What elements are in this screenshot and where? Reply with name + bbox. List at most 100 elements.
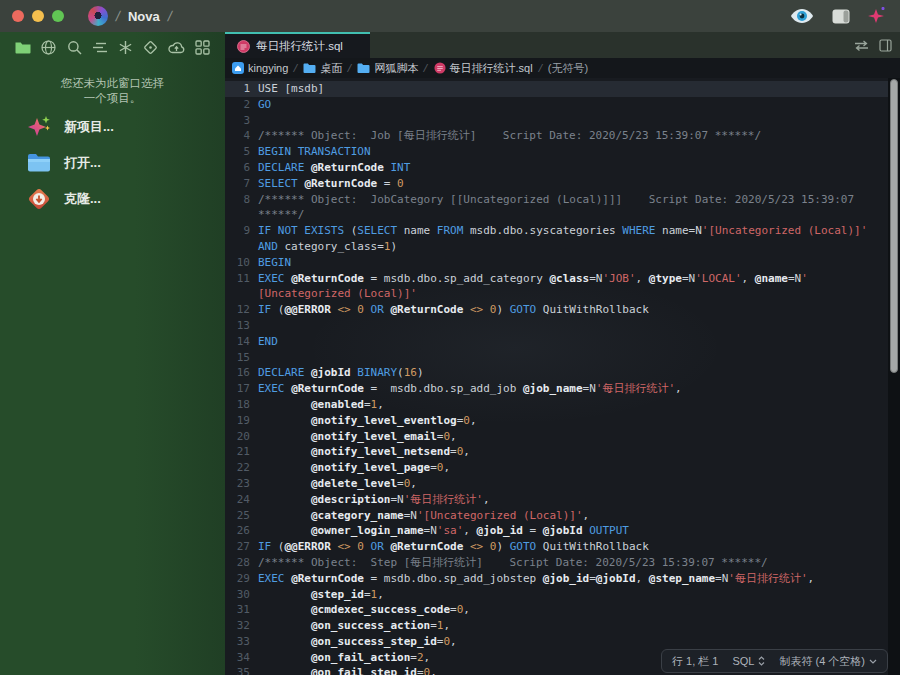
code-line[interactable]: 28/****** Object: Step [每日排行统计] Script D…: [225, 555, 888, 571]
eye-icon[interactable]: [790, 8, 814, 24]
line-number: 25: [225, 508, 250, 524]
line-number: 24: [225, 492, 250, 508]
code-line[interactable]: 33 @on_success_step_id=0,: [225, 634, 888, 650]
breadcrumb-file[interactable]: 每日排行统计.sql: [434, 61, 533, 76]
line-number: 16: [225, 365, 250, 381]
editor-panel-icon[interactable]: [879, 39, 892, 52]
code-line[interactable]: 6DECLARE @ReturnCode INT: [225, 160, 888, 176]
breadcrumb-desktop[interactable]: 桌面: [303, 61, 342, 76]
line-number: 15: [225, 350, 250, 366]
cloud-upload-icon[interactable]: [164, 36, 190, 58]
code-line[interactable]: 12IF (@@ERROR <> 0 OR @ReturnCode <> 0) …: [225, 302, 888, 318]
code-line[interactable]: 31 @cmdexec_success_code=0,: [225, 602, 888, 618]
code-editor[interactable]: 1USE [msdb]2GO34/****** Object: Job [每日排…: [225, 78, 900, 675]
code-line[interactable]: 24 @description=N'每日排行统计',: [225, 492, 888, 508]
line-number: 20: [225, 429, 250, 445]
sql-file-icon: [237, 40, 250, 53]
breadcrumb-separator: /: [423, 62, 429, 74]
code-line[interactable]: 14END: [225, 334, 888, 350]
code-line[interactable]: 4/****** Object: Job [每日排行统计] Script Dat…: [225, 128, 888, 144]
line-number: 33: [225, 634, 250, 650]
nova-app-icon: [88, 6, 108, 26]
breadcrumb-home[interactable]: kingying: [232, 62, 288, 74]
editor-status-bar: 行 1, 栏 1 SQL 制表符 (4 个空格): [661, 649, 888, 673]
line-number: 18: [225, 397, 250, 413]
line-number: 26: [225, 523, 250, 539]
code-line[interactable]: 16DECLARE @jobId BINARY(16): [225, 365, 888, 381]
code-line[interactable]: 17EXEC @ReturnCode = msdb.dbo.sp_add_job…: [225, 381, 888, 397]
sidebar-layout-icon[interactable]: [832, 9, 850, 24]
tab-sql-file[interactable]: 每日排行统计.sql: [225, 32, 370, 58]
code-line[interactable]: 23 @delete_level=0,: [225, 476, 888, 492]
line-number: 22: [225, 460, 250, 476]
diamond-icon[interactable]: [138, 36, 164, 58]
files-folder-icon[interactable]: [10, 36, 36, 58]
line-number: 8: [225, 192, 250, 208]
nova-window: / Nova /: [0, 0, 900, 675]
line-number: 13: [225, 318, 250, 334]
code-line[interactable]: [Uncategorized (Local)]': [225, 286, 888, 302]
code-line[interactable]: AND category_class=1): [225, 239, 888, 255]
code-line[interactable]: 10BEGIN: [225, 255, 888, 271]
code-line[interactable]: 15: [225, 350, 888, 366]
close-window-button[interactable]: [12, 10, 24, 22]
code-line[interactable]: 7SELECT @ReturnCode = 0: [225, 176, 888, 192]
indent-selector[interactable]: 制表符 (4 个空格): [779, 654, 877, 669]
code-line[interactable]: ******/: [225, 207, 888, 223]
new-project-button[interactable]: 新项目...: [26, 114, 225, 140]
code-line[interactable]: 2GO: [225, 97, 888, 113]
swap-arrows-icon[interactable]: [854, 40, 869, 51]
code-line[interactable]: 20 @notify_level_email=0,: [225, 429, 888, 445]
globe-icon[interactable]: [36, 36, 62, 58]
no-project-message: 您还未为此窗口选择 一个项目。: [0, 76, 225, 106]
sql-file-icon: [434, 62, 446, 74]
title-separator: /: [114, 8, 121, 24]
line-number: 27: [225, 539, 250, 555]
code-line[interactable]: 8/****** Object: JobCategory [[Uncategor…: [225, 192, 888, 208]
sparkle-icon[interactable]: [868, 7, 888, 25]
line-number: 7: [225, 176, 250, 192]
line-number: 1: [225, 81, 250, 97]
code-line[interactable]: 3: [225, 113, 888, 129]
report-lines-icon[interactable]: [87, 36, 113, 58]
extensions-grid-icon[interactable]: [189, 36, 215, 58]
code-line[interactable]: 21 @notify_level_netsend=0,: [225, 444, 888, 460]
language-selector[interactable]: SQL: [732, 655, 765, 667]
line-number: 28: [225, 555, 250, 571]
breadcrumb-scripts-folder[interactable]: 网狐脚本: [357, 61, 418, 76]
sidebar-toolbar: [0, 32, 225, 62]
scrollbar-thumb[interactable]: [890, 79, 898, 373]
title-separator: /: [166, 8, 173, 24]
code-line[interactable]: 9IF NOT EXISTS (SELECT name FROM msdb.db…: [225, 223, 888, 239]
cursor-position: 行 1, 栏 1: [672, 654, 718, 669]
search-icon[interactable]: [61, 36, 87, 58]
code-line[interactable]: 1USE [msdb]: [225, 81, 888, 97]
code-line[interactable]: 5BEGIN TRANSACTION: [225, 144, 888, 160]
line-number: 6: [225, 160, 250, 176]
clone-button[interactable]: 克隆...: [26, 186, 225, 212]
code-line[interactable]: 30 @step_id=1,: [225, 587, 888, 603]
line-number: 9: [225, 223, 250, 239]
code-line[interactable]: 19 @notify_level_eventlog=0,: [225, 413, 888, 429]
code-line[interactable]: 11EXEC @ReturnCode = msdb.dbo.sp_add_cat…: [225, 271, 888, 287]
line-number: [225, 286, 250, 302]
folder-icon: [303, 63, 316, 74]
code-line[interactable]: 27IF (@@ERROR <> 0 OR @ReturnCode <> 0) …: [225, 539, 888, 555]
line-number: 30: [225, 587, 250, 603]
code-line[interactable]: 29EXEC @ReturnCode = msdb.dbo.sp_add_job…: [225, 571, 888, 587]
zoom-window-button[interactable]: [52, 10, 64, 22]
home-icon: [232, 62, 244, 74]
code-line[interactable]: 26 @owner_login_name=N'sa', @job_id = @j…: [225, 523, 888, 539]
asterisk-icon[interactable]: [113, 36, 139, 58]
code-line[interactable]: 13: [225, 318, 888, 334]
code-line[interactable]: 22 @notify_level_page=0,: [225, 460, 888, 476]
code-line[interactable]: 32 @on_success_action=1,: [225, 618, 888, 634]
code-line[interactable]: 18 @enabled=1,: [225, 397, 888, 413]
breadcrumb-symbol[interactable]: (无符号): [548, 61, 588, 76]
line-number: 4: [225, 128, 250, 144]
open-button[interactable]: 打开...: [26, 152, 225, 174]
code-line[interactable]: 25 @category_name=N'[Uncategorized (Loca…: [225, 508, 888, 524]
minimize-window-button[interactable]: [32, 10, 44, 22]
scrollbar-track[interactable]: [888, 78, 900, 675]
breadcrumb-separator: /: [537, 62, 543, 74]
